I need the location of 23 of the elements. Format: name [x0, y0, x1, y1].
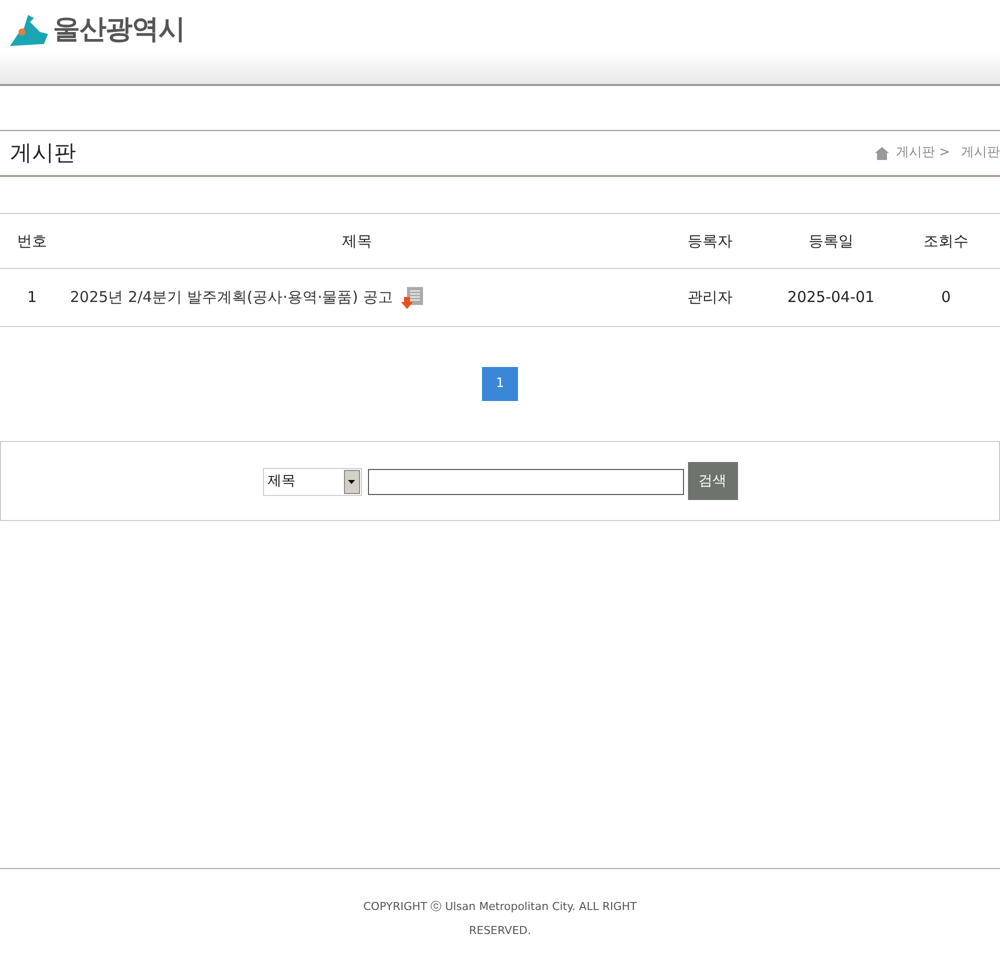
- city-logo[interactable]: 울산광역시: [10, 10, 185, 50]
- copyright-text: COPYRIGHT ⓒ Ulsan Metropolitan City. ALL RIGHT RESERVED.: [362, 899, 638, 939]
- column-header: 등록자: [686, 230, 734, 252]
- column-header: 번호: [16, 230, 48, 252]
- column-header: 제목: [341, 230, 373, 252]
- logo-text: 울산광역시: [53, 13, 185, 47]
- breadcrumb-link[interactable]: 게시판 >: [896, 143, 950, 163]
- search-field[interactable]: [368, 468, 684, 494]
- column-header: 조회수: [922, 230, 970, 252]
- search-button[interactable]: 검색: [688, 462, 738, 500]
- table-cell-text: 1: [26, 287, 38, 308]
- table-cell-text: 관리자: [686, 287, 734, 308]
- logo-icon: [10, 14, 48, 46]
- page-title: 게시판: [10, 140, 76, 168]
- post-title-link[interactable]: 2025년 2/4분기 발주계획(공사·용역·물품) 공고: [70, 286, 393, 309]
- search-type-select[interactable]: 제목: [262, 468, 362, 496]
- dropdown-arrow-icon: [348, 480, 355, 484]
- home-icon: [874, 146, 889, 160]
- page-button[interactable]: 1: [482, 367, 518, 401]
- table-cell-text: 0: [940, 287, 952, 308]
- column-header: 등록일: [808, 230, 854, 252]
- breadcrumb-link[interactable]: 게시판: [961, 143, 1000, 163]
- table-cell-text: 2025-04-01: [786, 287, 876, 308]
